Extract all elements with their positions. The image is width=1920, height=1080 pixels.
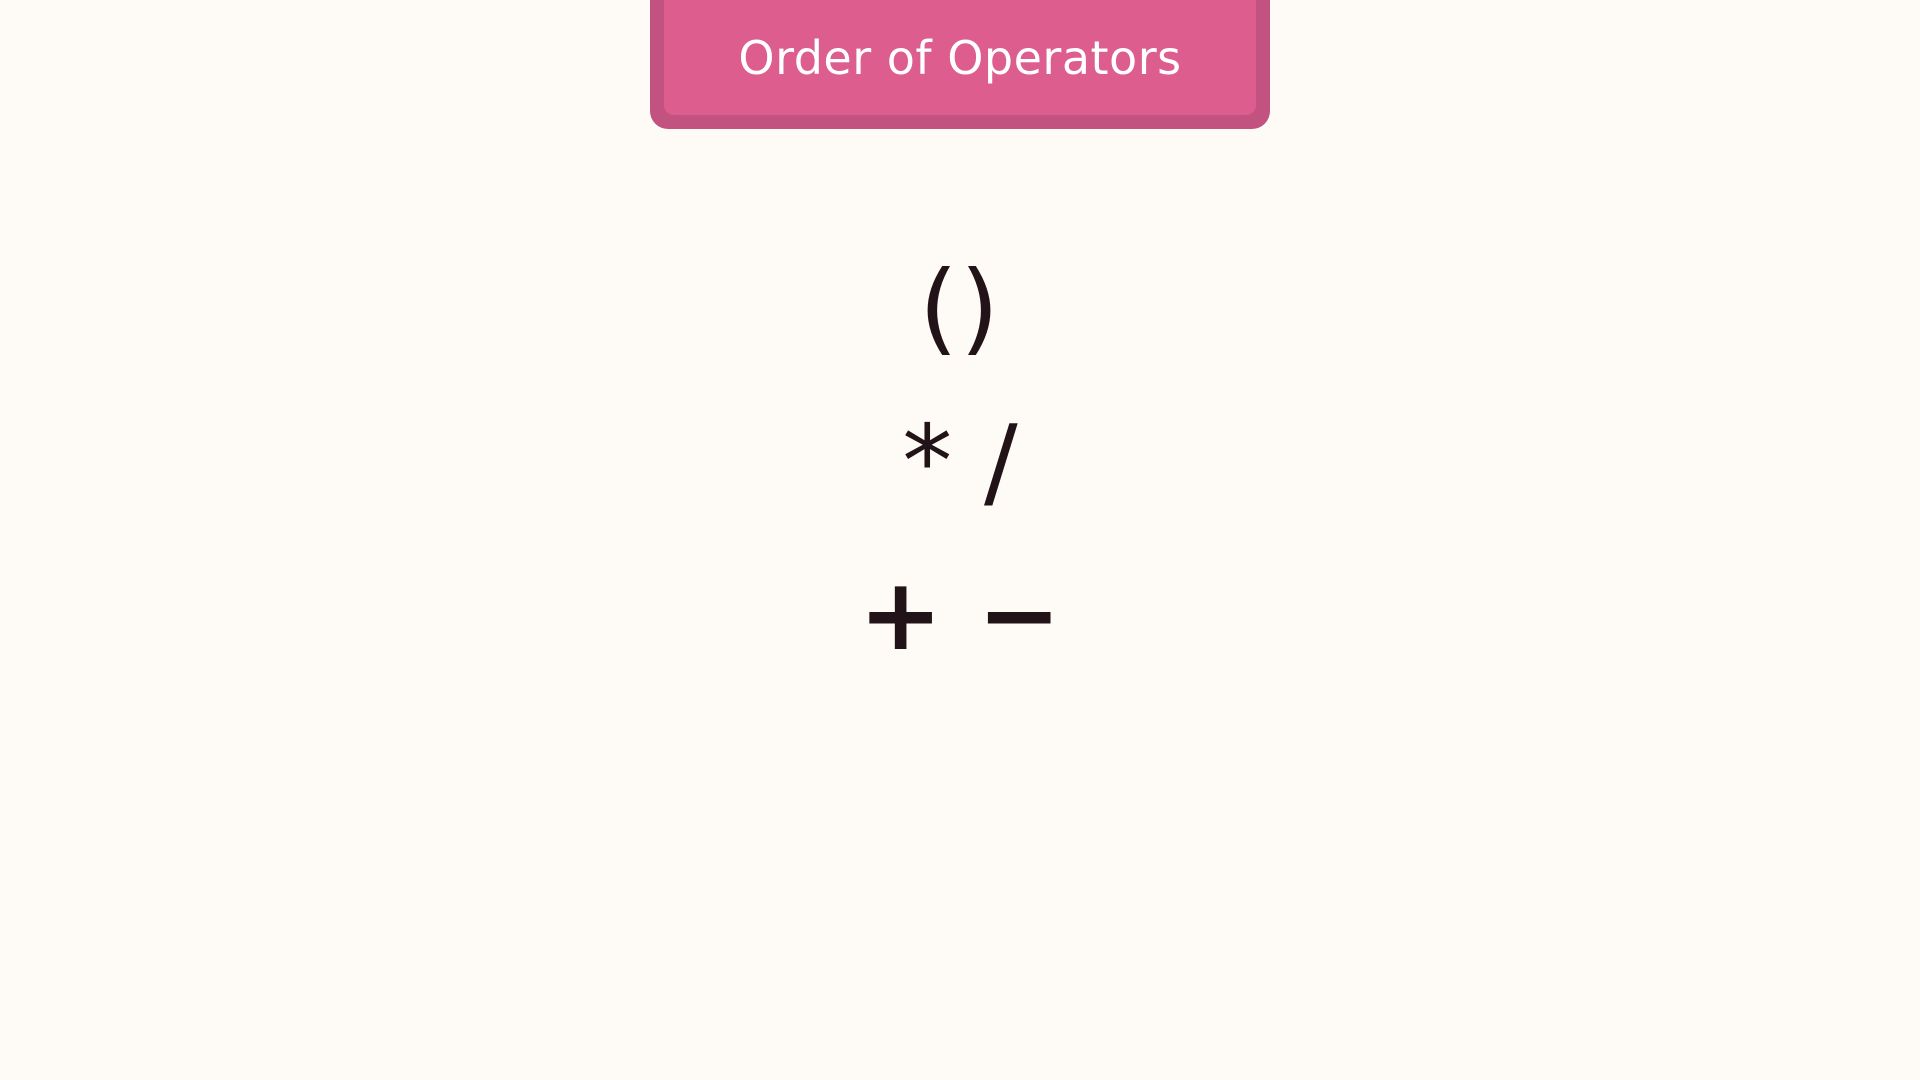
operator-row-add-subtract: + − (858, 556, 1062, 673)
slide-title: Order of Operators (738, 30, 1182, 85)
operator-row-multiply-divide: * / (902, 403, 1018, 520)
operator-row-parentheses: () (918, 249, 1002, 366)
title-banner-inner: Order of Operators (664, 0, 1256, 115)
title-banner: Order of Operators (650, 0, 1270, 129)
